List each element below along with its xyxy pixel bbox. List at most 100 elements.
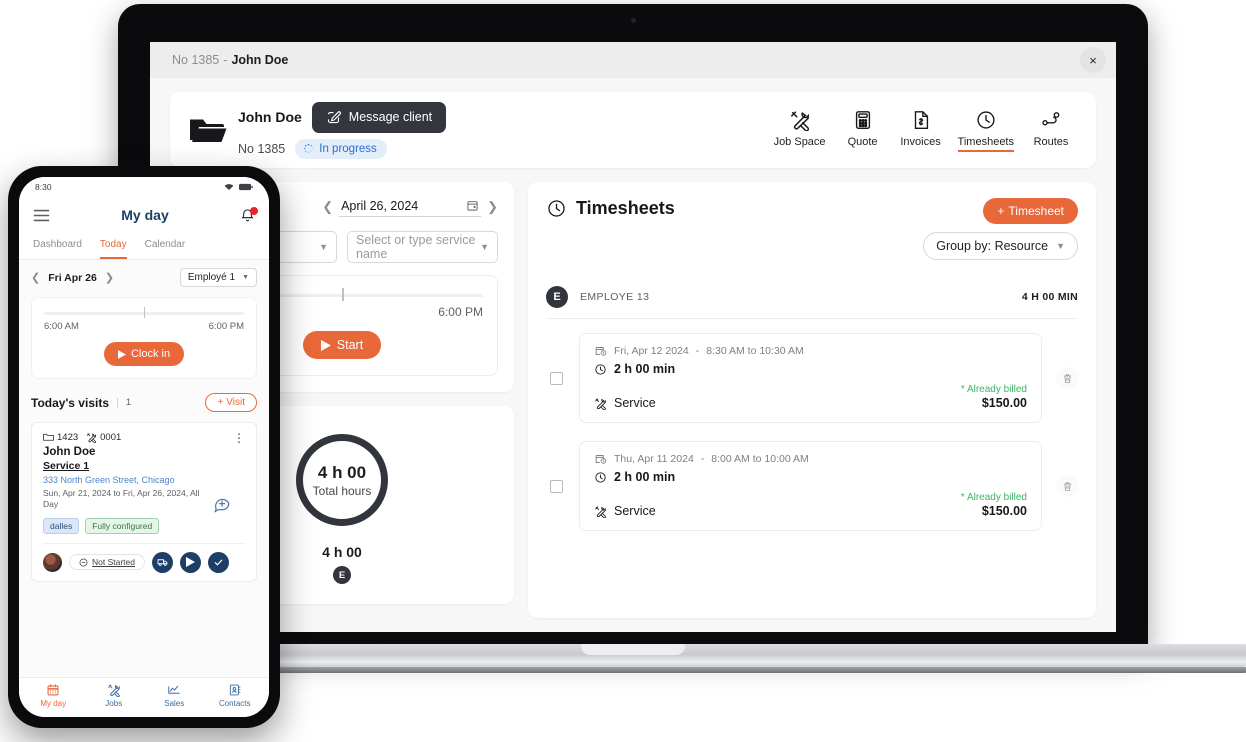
- nav-label: Timesheets: [957, 136, 1014, 152]
- nav-label: Job Space: [773, 135, 826, 148]
- table-row: Fri, Apr 12 2024 - 8:30 AM to 10:30 AM 2…: [546, 333, 1078, 423]
- timesheets-header: Timesheets + Timesheet Group by: Resourc…: [546, 198, 1078, 260]
- delete-entry-button[interactable]: [1056, 367, 1078, 389]
- nav-item-timesheets[interactable]: Timesheets: [952, 107, 1020, 154]
- resource-total: 4 H 00 MIN: [1021, 291, 1078, 303]
- entry-checkbox[interactable]: [550, 371, 563, 385]
- employee-select[interactable]: Employé 1 ▼: [179, 268, 257, 287]
- spinner-icon: [304, 143, 314, 154]
- phone-device: 8:30 My day Dashboard Today Calendar ❮ F…: [8, 166, 280, 728]
- nav-item-invoices[interactable]: Invoices: [894, 107, 948, 150]
- job-header-text: John Doe Message client No 1385 In progr…: [238, 101, 447, 159]
- play-icon: [320, 339, 331, 351]
- start-visit-button[interactable]: [180, 551, 201, 573]
- status-label: In progress: [319, 142, 377, 155]
- next-date-icon[interactable]: ❯: [487, 199, 498, 215]
- tools-icon: [595, 397, 606, 410]
- content-columns: Clocking ❮ April 26, 2024: [170, 182, 1096, 618]
- phone-time-start: 6:00 AM: [44, 321, 79, 332]
- tab-calendar[interactable]: Calendar: [145, 239, 186, 259]
- add-timesheet-button[interactable]: + Timesheet: [983, 198, 1078, 224]
- resource-name: EMPLOYE 13: [580, 291, 650, 303]
- entry-checkbox[interactable]: [550, 479, 563, 493]
- avatar: E: [332, 566, 351, 584]
- entry-service: Service: [614, 396, 656, 410]
- visit-dates-row: Sun, Apr 21, 2024 to Fri, Apr 26, 2024, …: [43, 485, 245, 534]
- date-input[interactable]: April 26, 2024: [339, 197, 482, 217]
- bottom-nav-label: Jobs: [105, 699, 123, 708]
- total-hours-label: Total hours: [312, 483, 372, 498]
- phone-clock-card: 6:00 AM 6:00 PM Clock in: [31, 297, 257, 379]
- tag-blue: dalles: [43, 517, 80, 534]
- notifications-button[interactable]: [240, 206, 258, 223]
- close-button[interactable]: ×: [1080, 47, 1106, 73]
- phone-content-spacer: [19, 581, 269, 677]
- message-client-button[interactable]: Message client: [311, 101, 447, 133]
- calendar-icon: [47, 684, 59, 696]
- tab-today[interactable]: Today: [99, 239, 127, 259]
- job-header-row-bottom: No 1385 In progress: [238, 138, 446, 159]
- kebab-menu-icon[interactable]: ⋮: [233, 432, 245, 444]
- visit-service-name[interactable]: Service 1: [43, 460, 245, 472]
- trash-icon: [1063, 373, 1071, 383]
- group-by-dropdown[interactable]: Group by: Resource ▼: [923, 232, 1078, 260]
- prev-day-icon[interactable]: ❮: [31, 271, 40, 284]
- entry-billed-note: * Already billed: [960, 384, 1027, 395]
- bottom-nav-jobs[interactable]: Jobs: [84, 683, 145, 708]
- timesheet-entry-card[interactable]: Thu, Apr 11 2024 - 8:00 AM to 10:00 AM 2…: [579, 441, 1042, 531]
- nav-item-job-space[interactable]: Job Space: [768, 107, 832, 150]
- travel-button[interactable]: [152, 551, 173, 573]
- play-icon: [186, 557, 195, 568]
- clock-in-button[interactable]: Clock in: [103, 342, 185, 366]
- nav-item-quote[interactable]: Quote: [836, 107, 890, 150]
- plus-icon: +: [217, 397, 224, 408]
- calendar-icon: [467, 201, 478, 211]
- entry-service-line: Service: [594, 504, 656, 518]
- clock-in-label: Clock in: [130, 348, 171, 360]
- tools-icon: [87, 433, 97, 443]
- pencil-edit-icon: [327, 110, 341, 123]
- nav-item-routes[interactable]: Routes: [1024, 107, 1078, 150]
- entry-date-line: Thu, Apr 11 2024 - 8:00 AM to 10:00 AM: [594, 452, 1027, 465]
- phone-bottom-nav: My day Jobs Sales Contacts: [19, 677, 269, 717]
- tab-dashboard[interactable]: Dashboard: [33, 239, 82, 259]
- start-button[interactable]: Start: [302, 331, 382, 359]
- timesheet-entry-card[interactable]: Fri, Apr 12 2024 - 8:30 AM to 10:30 AM 2…: [579, 333, 1042, 423]
- phone-status-bar: 8:30: [19, 177, 269, 197]
- next-day-icon[interactable]: ❯: [105, 271, 114, 284]
- complete-visit-button[interactable]: [208, 551, 229, 573]
- visit-address[interactable]: 333 North Green Street, Chicago: [43, 475, 245, 485]
- folder-icon: [43, 433, 54, 441]
- visit-card[interactable]: 1423 0001 ⋮ John Doe Service 1 333 North…: [31, 422, 257, 582]
- hamburger-menu-icon[interactable]: [33, 209, 50, 222]
- chevron-down-icon: ▼: [1056, 241, 1065, 251]
- bottom-nav-sales[interactable]: Sales: [144, 683, 205, 708]
- avatar: [43, 552, 62, 572]
- page-title: My day: [121, 207, 169, 223]
- add-visit-label: Visit: [226, 397, 245, 408]
- legend-value: 4 h 00: [322, 544, 362, 560]
- entry-billed-note: * Already billed: [960, 492, 1027, 503]
- chat-add-button[interactable]: [213, 495, 231, 518]
- bottom-nav-my-day[interactable]: My day: [23, 683, 84, 708]
- entry-separator: -: [700, 452, 705, 465]
- entry-duration-line: 2 h 00 min: [594, 362, 1027, 376]
- clock-icon: [977, 110, 995, 129]
- date-navigator: ❮ April 26, 2024 ❯: [322, 197, 498, 217]
- laptop-screen: No 1385 - John Doe × John Doe Message cl…: [150, 42, 1116, 632]
- bottom-nav-contacts[interactable]: Contacts: [205, 683, 266, 708]
- tag-green: Fully configured: [85, 517, 160, 534]
- entry-duration: 2 h 00 min: [614, 470, 676, 484]
- breadcrumb-number: No 1385: [172, 53, 220, 67]
- visit-status-button[interactable]: Not Started: [69, 554, 145, 571]
- service-select[interactable]: Select or type service name ▼: [347, 231, 498, 263]
- visit-dates: Sun, Apr 21, 2024 to Fri, Apr 26, 2024, …: [43, 488, 200, 510]
- delete-entry-button[interactable]: [1056, 475, 1078, 497]
- nav-label: Quote: [847, 135, 878, 148]
- bottom-nav-label: Contacts: [218, 699, 251, 708]
- add-visit-button[interactable]: + Visit: [205, 393, 257, 412]
- breadcrumb-separator: -: [223, 53, 228, 67]
- nav-label: Routes: [1033, 135, 1069, 148]
- prev-date-icon[interactable]: ❮: [322, 199, 333, 215]
- route-icon: [1042, 111, 1060, 125]
